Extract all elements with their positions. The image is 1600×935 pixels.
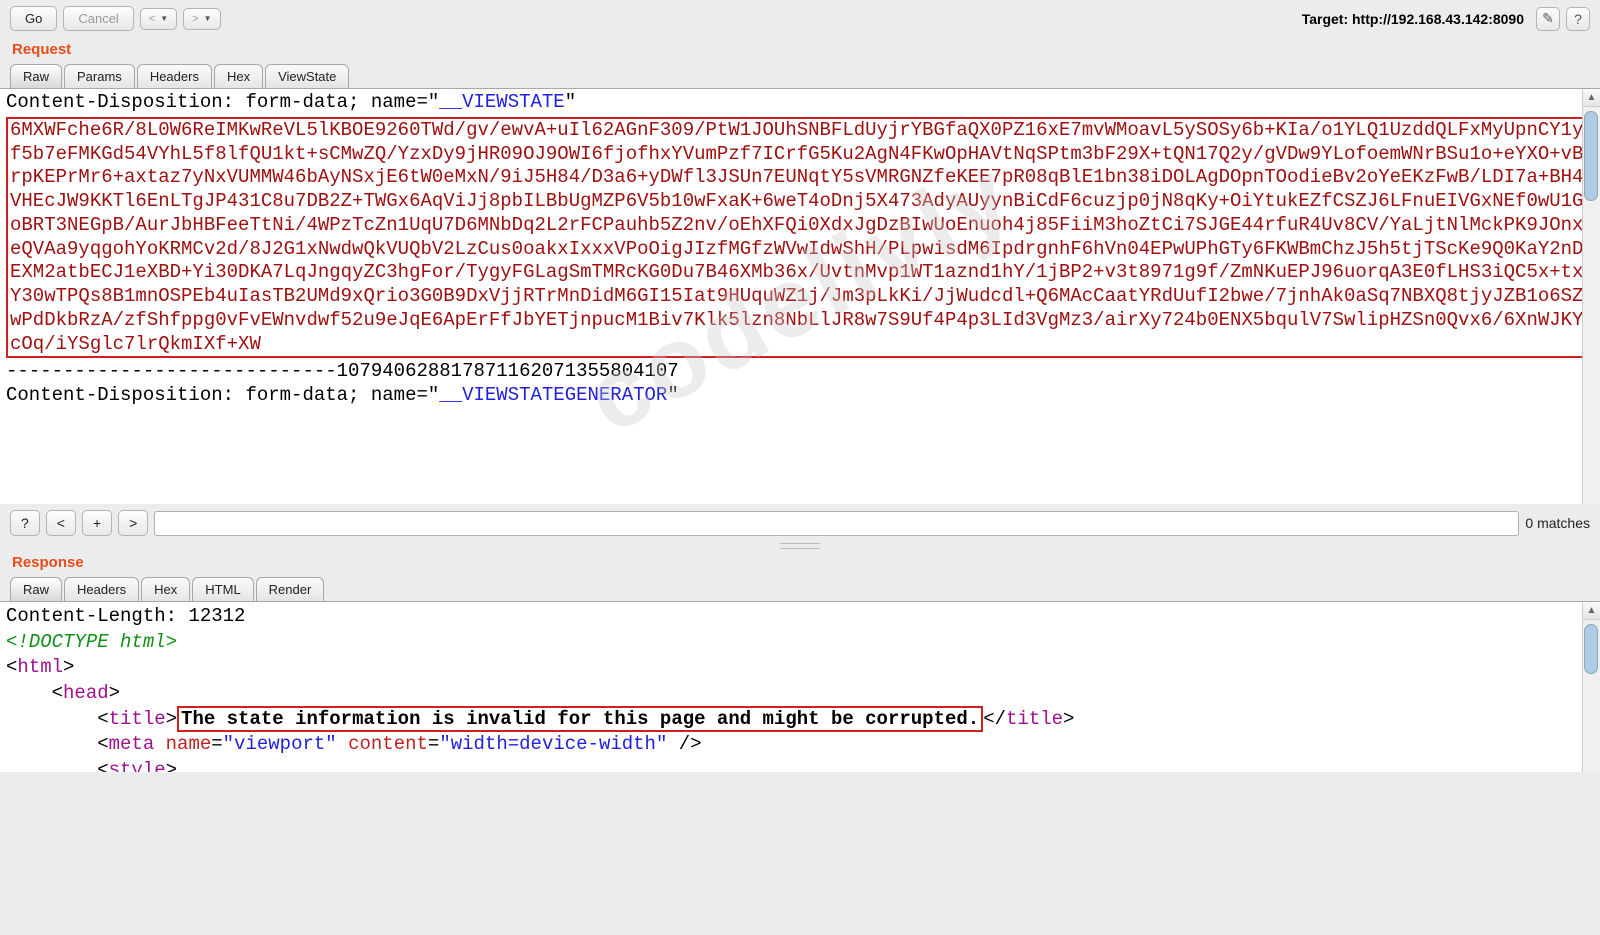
resp-tab-render[interactable]: Render bbox=[256, 577, 325, 601]
go-button[interactable]: Go bbox=[10, 6, 57, 31]
response-tabbar: Raw Headers Hex HTML Render bbox=[0, 577, 1600, 602]
request-section-title: Request bbox=[0, 37, 1600, 64]
cancel-button[interactable]: Cancel bbox=[63, 6, 133, 31]
resp-tab-headers[interactable]: Headers bbox=[64, 577, 139, 601]
request-tabbar: Raw Params Headers Hex ViewState bbox=[0, 64, 1600, 89]
search-input[interactable] bbox=[154, 511, 1519, 536]
resp-tab-hex[interactable]: Hex bbox=[141, 577, 190, 601]
top-toolbar: Go Cancel <▼ >▼ Target: http://192.168.4… bbox=[0, 0, 1600, 37]
history-back-button[interactable]: <▼ bbox=[140, 8, 177, 30]
resp-tab-html[interactable]: HTML bbox=[192, 577, 253, 601]
resp-tab-raw[interactable]: Raw bbox=[10, 577, 62, 601]
response-editor[interactable]: Content-Length: 12312<!DOCTYPE html><htm… bbox=[0, 602, 1600, 772]
target-label: Target: http://192.168.43.142:8090 bbox=[1302, 11, 1524, 27]
search-next-button[interactable]: > bbox=[118, 510, 148, 536]
match-count: 0 matches bbox=[1525, 515, 1590, 531]
scroll-up-icon[interactable]: ▲ bbox=[1583, 89, 1600, 107]
history-forward-button[interactable]: >▼ bbox=[183, 8, 220, 30]
tab-raw[interactable]: Raw bbox=[10, 64, 62, 88]
search-bar: ? < + > 0 matches bbox=[0, 504, 1600, 542]
help-icon[interactable]: ? bbox=[1566, 7, 1590, 31]
response-scrollbar[interactable]: ▲ bbox=[1582, 602, 1600, 772]
search-help-button[interactable]: ? bbox=[10, 510, 40, 536]
scroll-thumb[interactable] bbox=[1584, 111, 1598, 201]
request-editor[interactable]: codelivly Content-Disposition: form-data… bbox=[0, 89, 1600, 504]
tab-headers[interactable]: Headers bbox=[137, 64, 212, 88]
search-prev-button[interactable]: < bbox=[46, 510, 76, 536]
response-section-title: Response bbox=[0, 550, 1600, 577]
edit-target-icon[interactable]: ✎ bbox=[1536, 7, 1560, 31]
tab-hex[interactable]: Hex bbox=[214, 64, 263, 88]
pane-resize-handle[interactable] bbox=[0, 542, 1600, 550]
scroll-up-icon[interactable]: ▲ bbox=[1583, 602, 1600, 620]
tab-params[interactable]: Params bbox=[64, 64, 135, 88]
search-add-button[interactable]: + bbox=[82, 510, 112, 536]
scroll-thumb[interactable] bbox=[1584, 624, 1598, 674]
tab-viewstate[interactable]: ViewState bbox=[265, 64, 349, 88]
request-scrollbar[interactable]: ▲ bbox=[1582, 89, 1600, 504]
